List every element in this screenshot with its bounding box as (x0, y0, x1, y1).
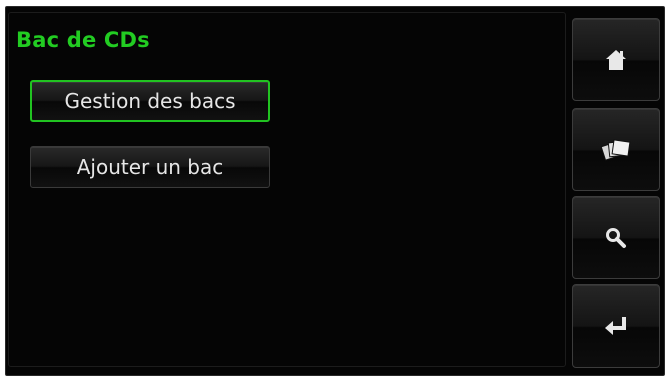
cds-button[interactable] (572, 108, 660, 191)
ajouter-un-bac-button[interactable]: Ajouter un bac (30, 146, 270, 188)
back-enter-icon (603, 315, 629, 337)
device-frame: Bac de CDs Gestion des bacs Ajouter un b… (0, 0, 670, 381)
home-button[interactable] (572, 18, 660, 101)
home-icon (604, 48, 628, 72)
back-enter-button[interactable] (572, 284, 660, 368)
page-title: Bac de CDs (16, 28, 150, 52)
gestion-des-bacs-button[interactable]: Gestion des bacs (30, 80, 270, 122)
cds-icon (601, 137, 631, 163)
search-icon (604, 226, 628, 250)
main-panel (8, 12, 566, 367)
search-button[interactable] (572, 196, 660, 279)
